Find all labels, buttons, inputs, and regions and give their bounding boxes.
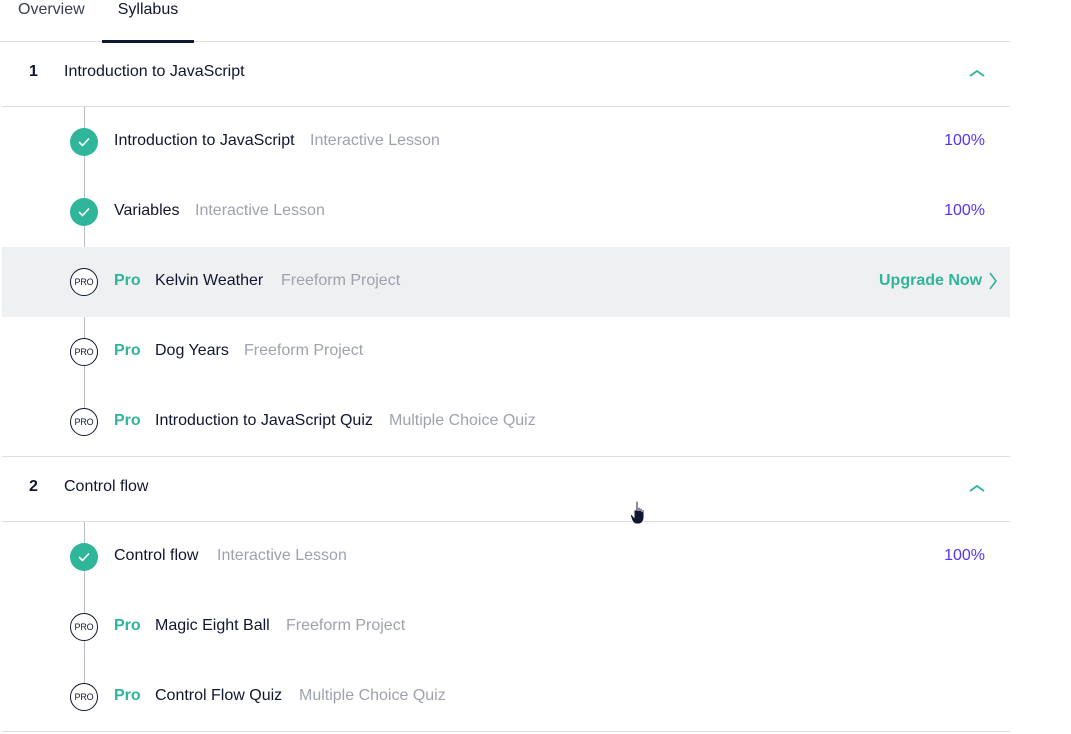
chevron-up-icon[interactable] [968, 481, 986, 495]
pro-label: Pro [114, 687, 141, 704]
pro-badge-icon: PRO [70, 683, 98, 711]
pro-badge-icon: PRO [70, 338, 98, 366]
progress-percent: 100% [944, 132, 985, 149]
item-type: Interactive Lesson [310, 132, 440, 149]
pro-label: Pro [114, 412, 141, 429]
item-title: Introduction to JavaScript [114, 132, 295, 149]
section-number: 2 [29, 478, 38, 495]
section-title: Introduction to JavaScript [64, 63, 245, 80]
tab-overview[interactable]: Overview [18, 0, 85, 42]
pro-label: Pro [114, 272, 141, 289]
list-item[interactable]: PRO Pro Dog Years Freeform Project [2, 317, 1010, 387]
upgrade-now-link[interactable]: Upgrade Now [879, 272, 982, 290]
check-circle-icon [70, 543, 98, 571]
syllabus-tabs: Overview Syllabus [0, 0, 1010, 43]
section-number: 1 [29, 63, 38, 80]
divider [2, 731, 1010, 732]
list-item[interactable]: PRO Pro Control Flow Quiz Multiple Choic… [2, 662, 1010, 732]
pro-label: Pro [114, 342, 141, 359]
item-title: Kelvin Weather [155, 272, 264, 289]
item-type: Interactive Lesson [217, 547, 347, 564]
pro-badge-icon: PRO [70, 408, 98, 436]
item-title: Control flow [114, 547, 199, 564]
list-item[interactable]: PRO Pro Magic Eight Ball Freeform Projec… [2, 592, 1010, 662]
pro-badge-icon: PRO [70, 268, 98, 296]
section-title: Control flow [64, 478, 149, 495]
section-header-2[interactable]: 2 Control flow [2, 456, 1010, 522]
list-item[interactable]: PRO Pro Kelvin Weather Freeform Project … [2, 247, 1010, 317]
list-item[interactable]: Introduction to JavaScript Interactive L… [2, 107, 1010, 177]
pro-badge-icon: PRO [70, 613, 98, 641]
chevron-right-icon[interactable] [988, 271, 998, 291]
list-item[interactable]: Control flow Interactive Lesson 100% [2, 522, 1010, 592]
progress-percent: 100% [944, 547, 985, 564]
item-type: Freeform Project [286, 617, 406, 634]
item-title: Introduction to JavaScript Quiz [155, 412, 373, 429]
check-circle-icon [70, 198, 98, 226]
pro-label: Pro [114, 617, 141, 634]
hand-pointer-icon [629, 500, 652, 526]
chevron-up-icon[interactable] [968, 66, 986, 80]
section-header-1[interactable]: 1 Introduction to JavaScript [2, 41, 1010, 107]
item-type: Interactive Lesson [195, 202, 325, 219]
list-item[interactable]: Variables Interactive Lesson 100% [2, 177, 1010, 247]
item-type: Freeform Project [244, 342, 364, 359]
item-type: Multiple Choice Quiz [389, 412, 536, 429]
progress-percent: 100% [944, 202, 985, 219]
tab-syllabus[interactable]: Syllabus [102, 0, 194, 43]
item-type: Freeform Project [281, 272, 401, 289]
list-item[interactable]: PRO Pro Introduction to JavaScript Quiz … [2, 387, 1010, 457]
check-circle-icon [70, 128, 98, 156]
item-title: Control Flow Quiz [155, 687, 283, 704]
item-title: Variables [114, 202, 180, 219]
item-title: Magic Eight Ball [155, 617, 270, 634]
item-type: Multiple Choice Quiz [299, 687, 446, 704]
item-title: Dog Years [155, 342, 229, 359]
